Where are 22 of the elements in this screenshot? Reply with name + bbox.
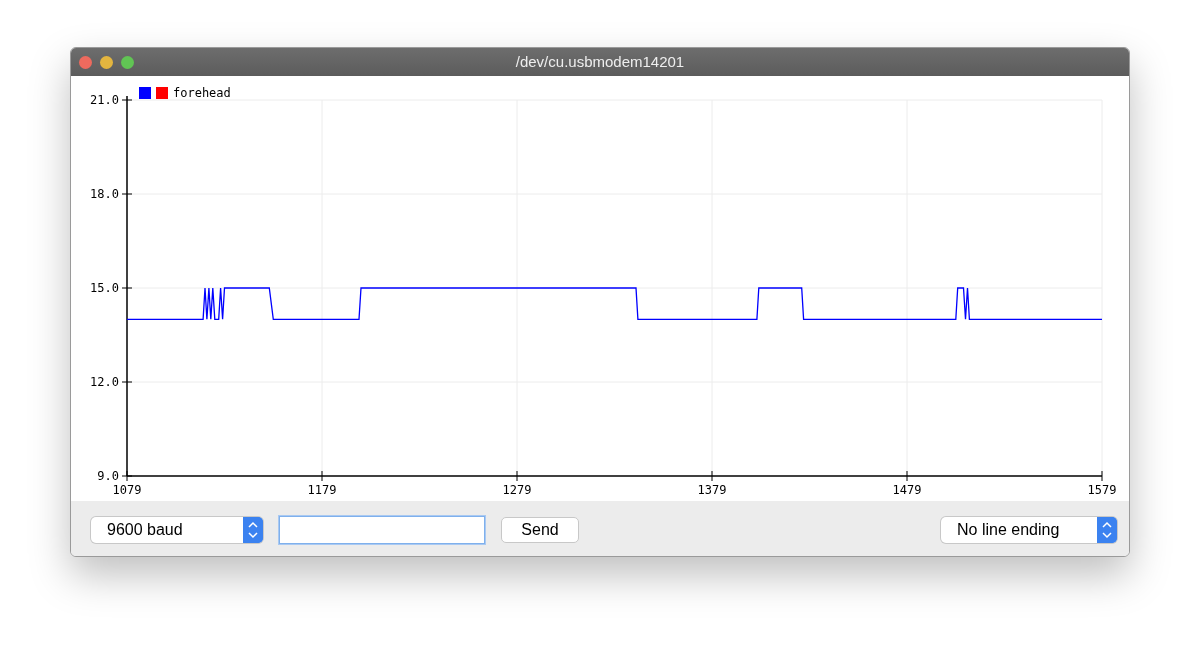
stepper-icon — [1097, 516, 1117, 543]
axis-tick-label: 1279 — [502, 483, 532, 497]
window-title: /dev/cu.usbmodem14201 — [515, 51, 685, 72]
axis-tick-label: 9.0 — [97, 469, 119, 483]
close-button[interactable] — [79, 55, 92, 69]
axis-tick-label: 12.0 — [90, 375, 119, 389]
axis-tick-label: 1579 — [1087, 483, 1117, 497]
stepper-icon — [243, 516, 263, 543]
axis-tick-label: 21.0 — [90, 93, 119, 107]
minimize-button[interactable] — [100, 55, 113, 69]
axis-tick-label: 18.0 — [90, 187, 119, 201]
legend-label: forehead — [173, 86, 231, 100]
zoom-button[interactable] — [121, 55, 134, 69]
axis-tick-label: 1379 — [697, 483, 727, 497]
axis-tick-label: 15.0 — [90, 281, 119, 295]
line-ending-dropdown[interactable]: No line ending — [941, 516, 1117, 543]
axis-tick-label: 1079 — [112, 483, 142, 497]
send-button[interactable]: Send — [501, 516, 579, 543]
axis-tick-label: 1179 — [307, 483, 337, 497]
message-field[interactable] — [279, 515, 485, 544]
baud-dropdown[interactable]: 9600 baud — [91, 516, 263, 543]
axis-tick-label: 1479 — [892, 483, 922, 497]
